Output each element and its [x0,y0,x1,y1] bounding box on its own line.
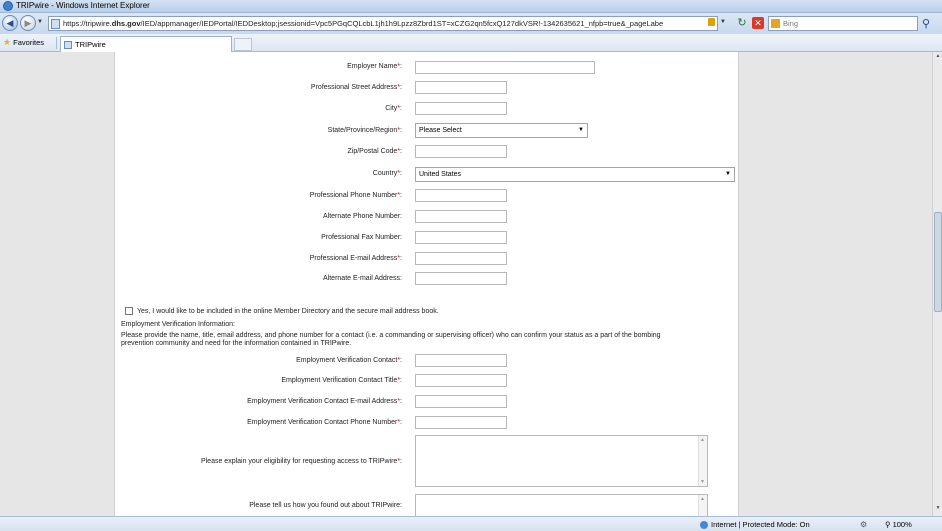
verification-heading: Employment Verification Information: [121,321,235,328]
forward-button[interactable]: ▶ [20,15,36,31]
recent-pages-dropdown-icon[interactable]: ▼ [37,19,43,25]
zoom-level[interactable]: ⚲ 100% [885,520,912,529]
favorites-bar: ★ Favorites TRIPwire [0,34,942,52]
country-label: Country*: [372,170,402,177]
stop-icon[interactable]: ✕ [752,17,764,29]
ie-logo-icon [3,1,13,11]
phone-label: Professional Phone Number*: [309,192,402,199]
window-title: TRIPwire - Windows Internet Explorer [16,1,150,10]
alt-email-input[interactable] [415,272,507,285]
employer-name-label: Employer Name*: [347,63,402,70]
ev-contact-input[interactable] [415,354,507,367]
street-address-input[interactable] [415,81,507,94]
phone-input[interactable] [415,189,507,202]
ev-email-input[interactable] [415,395,507,408]
chevron-down-icon: ▼ [725,171,731,177]
alt-email-label: Alternate E-mail Address: [323,275,402,282]
zip-input[interactable] [415,145,507,158]
star-icon: ★ [3,37,12,47]
found-out-label: Please tell us how you found out about T… [249,502,402,509]
ev-contact-label: Employment Verification Contact*: [296,357,402,364]
ev-title-input[interactable] [415,374,507,387]
found-out-textarea[interactable]: ▲ [415,494,708,516]
member-directory-label: Yes, I would like to be included in the … [137,308,439,315]
address-bar[interactable]: https://tripwire.dhs.gov/IED/appmanager/… [48,16,718,31]
state-label: State/Province/Region*: [327,127,402,134]
page-icon [64,41,72,49]
state-select[interactable]: Please Select ▼ [415,123,588,138]
ev-title-label: Employment Verification Contact Title*: [281,377,402,384]
city-input[interactable] [415,102,507,115]
url-text[interactable]: https://tripwire.dhs.gov/IED/appmanager/… [63,19,663,28]
favorites-button[interactable]: ★ Favorites [3,37,44,49]
eligibility-label: Please explain your eligibility for requ… [200,458,402,465]
back-button[interactable]: ◀ [2,15,18,31]
protected-mode-icon[interactable]: ⚙ [860,520,867,529]
globe-icon [700,521,708,530]
refresh-icon[interactable]: ↻ [736,17,748,29]
verification-instructions-line2: prevention community and need for the in… [121,340,352,347]
scroll-up-icon[interactable]: ▲ [700,437,705,443]
window-title-bar: TRIPwire - Windows Internet Explorer [0,0,942,13]
fax-input[interactable] [415,231,507,244]
search-placeholder: Bing [783,19,799,28]
email-input[interactable] [415,252,507,265]
alt-phone-input[interactable] [415,210,507,223]
scroll-down-icon[interactable]: ▼ [934,505,942,515]
employer-name-input[interactable] [415,61,595,74]
ev-email-label: Employment Verification Contact E-mail A… [247,398,402,405]
favorites-separator [56,37,57,49]
status-bar: Internet | Protected Mode: On ⚙ ⚲ 100% [0,516,942,531]
ev-phone-input[interactable] [415,416,507,429]
address-dropdown-icon[interactable]: ▼ [720,19,726,25]
alt-phone-label: Alternate Phone Number: [323,213,402,220]
search-input[interactable]: Bing [768,16,918,31]
street-address-label: Professional Street Address*: [310,84,402,91]
scrollbar-thumb[interactable] [934,212,942,312]
lock-icon[interactable] [708,18,715,26]
verification-instructions-line1: Please provide the name, title, email ad… [121,332,661,339]
fax-label: Professional Fax Number: [321,234,402,241]
new-tab-button[interactable] [234,38,252,51]
scroll-down-icon[interactable]: ▼ [700,479,705,485]
zoom-icon: ⚲ [885,520,891,529]
security-zone[interactable]: Internet | Protected Mode: On [700,520,810,530]
registration-form: Employer Name*: Professional Street Addr… [114,52,739,516]
ev-phone-label: Employment Verification Contact Phone Nu… [247,419,402,426]
search-icon[interactable]: ⚲ [922,17,930,30]
page-icon [51,19,60,29]
eligibility-textarea[interactable]: ▲ ▼ [415,435,708,487]
city-label: City*: [385,105,402,112]
tab-tripwire[interactable]: TRIPwire [60,36,232,52]
scroll-up-icon[interactable]: ▲ [934,53,942,63]
bing-icon [771,19,780,28]
scroll-up-icon[interactable]: ▲ [700,496,705,502]
email-label: Professional E-mail Address*: [309,255,402,262]
zip-label: Zip/Postal Code*: [347,148,403,155]
chevron-down-icon: ▼ [578,127,584,133]
member-directory-checkbox[interactable] [125,307,133,315]
navigation-bar: ◀ ▶ ▼ https://tripwire.dhs.gov/IED/appma… [0,13,942,34]
page-content: Employer Name*: Professional Street Addr… [0,52,932,516]
country-select[interactable]: United States ▼ [415,167,735,182]
page-scrollbar[interactable]: ▲ ▼ [932,52,942,516]
